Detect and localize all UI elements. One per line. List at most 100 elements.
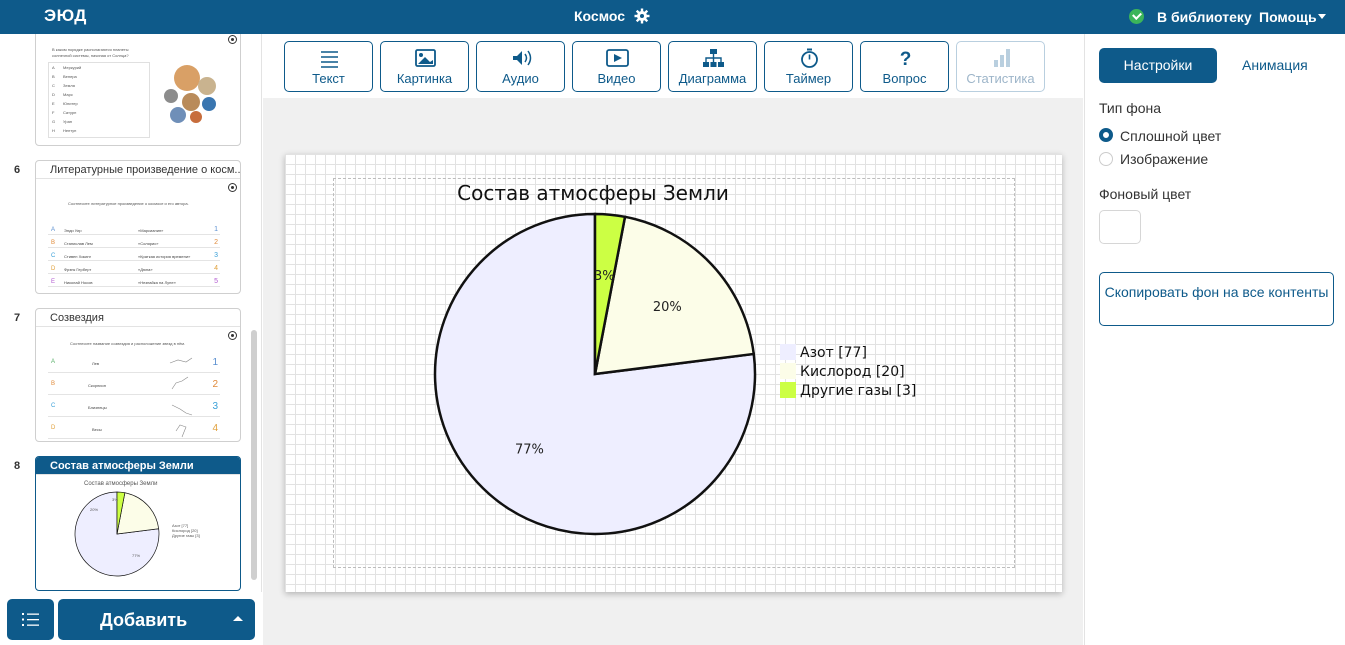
slide-title: Созвездия — [36, 309, 240, 327]
slide-thumbnail-7[interactable]: Созвездия Соотнесите название созвездия … — [35, 308, 241, 442]
add-slide-button[interactable]: Добавить — [58, 599, 255, 640]
radio-image[interactable] — [1099, 152, 1113, 166]
legend-label: Азот [77] — [800, 345, 867, 361]
row-letter: A — [51, 359, 56, 365]
slides-sidebar: В каком порядке располагаются планеты со… — [0, 34, 262, 645]
slide-list-button[interactable] — [7, 599, 54, 640]
row-number: 2 — [212, 379, 218, 390]
option-text: Уран — [63, 119, 73, 124]
timer-icon — [801, 48, 818, 68]
chevron-up-icon[interactable] — [233, 616, 243, 621]
row-letter: E — [51, 279, 56, 285]
planets-image — [158, 63, 218, 125]
library-link[interactable]: В библиотеку — [1157, 9, 1252, 25]
video-play-icon — [606, 49, 629, 67]
diagram-tree-icon — [703, 49, 724, 67]
tab-settings[interactable]: Настройки — [1099, 48, 1217, 83]
row-number: 1 — [212, 357, 218, 368]
option-text: Меркурий — [63, 65, 82, 70]
radio-solid-color[interactable] — [1099, 128, 1113, 142]
thumb-slice-label: 3% — [112, 497, 118, 502]
row-letter: C — [51, 253, 56, 259]
row-right: «Краткая история времени» — [138, 254, 191, 259]
row-letter: C — [51, 403, 56, 409]
tool-label: Аудио — [502, 71, 539, 86]
option-letter: H — [52, 128, 55, 133]
match-row: A Энди Уир «Марсианин» 1 — [48, 224, 220, 235]
row-right: «Дюна» — [138, 267, 153, 272]
tool-label: Статистика — [966, 71, 1035, 86]
copy-background-button[interactable]: Скопировать фон на все контенты — [1099, 272, 1334, 326]
chevron-down-icon[interactable] — [1318, 14, 1326, 19]
tab-animation[interactable]: Анимация — [1242, 57, 1308, 73]
legend-label: Другие газы [3] — [800, 383, 916, 399]
gear-icon[interactable] — [634, 8, 650, 24]
add-question-button[interactable]: ? Вопрос — [860, 41, 949, 92]
add-image-button[interactable]: Картинка — [380, 41, 469, 92]
row-number: 3 — [212, 401, 218, 412]
add-audio-button[interactable]: Аудио — [476, 41, 565, 92]
tool-label: Таймер — [785, 71, 832, 86]
slide-number: 8 — [14, 460, 21, 472]
slide-subtitle: Соотнесите литературное произведение о к… — [68, 201, 189, 206]
row-letter: D — [51, 266, 56, 272]
thumb-slice-label: 77% — [132, 553, 141, 558]
legend-swatch — [780, 382, 796, 398]
row-left: Лев — [92, 361, 99, 366]
slide-question-line: В каком порядке располагаются планеты — [52, 47, 129, 52]
document-title: Космос — [574, 8, 626, 24]
row-number: 2 — [214, 239, 218, 246]
slide-thumbnail-5[interactable]: В каком порядке располагаются планеты со… — [35, 34, 241, 146]
row-letter: A — [51, 227, 56, 233]
legend-label: Кислород [20] — [800, 364, 905, 380]
slide-canvas[interactable]: Состав атмосферы Земли 77% 20% 3% Азот [77… — [285, 154, 1062, 592]
option-letter: B — [52, 74, 55, 79]
statistics-button[interactable]: Статистика — [956, 41, 1045, 92]
row-left: Станислав Лем — [64, 241, 93, 246]
row-number: 5 — [214, 278, 218, 285]
row-number: 4 — [214, 265, 218, 272]
sidebar-scrollbar[interactable] — [251, 330, 257, 580]
bg-color-picker[interactable] — [1099, 210, 1141, 244]
tool-label: Текст — [312, 71, 345, 86]
row-number: 1 — [214, 226, 218, 233]
row-left: Скорпион — [88, 383, 106, 388]
slide-thumbnail-8[interactable]: Состав атмосферы Земли Состав атмосферы … — [35, 456, 241, 591]
row-letter: B — [51, 240, 56, 246]
tool-label: Видео — [597, 71, 636, 86]
add-video-button[interactable]: Видео — [572, 41, 661, 92]
help-menu[interactable]: Помощь — [1259, 9, 1317, 25]
option-letter: F — [52, 110, 55, 115]
option-text: Сатурн — [63, 110, 77, 115]
constellation-drawings — [169, 357, 193, 438]
slide-title: Литературные произведение о косм... — [36, 161, 240, 179]
match-row: B Станислав Лем «Солярис» 2 — [48, 237, 220, 248]
row-left: Весы — [92, 427, 102, 432]
option-text: Нептун — [63, 128, 77, 133]
legend-swatch — [780, 344, 796, 360]
radio-solid-color-label[interactable]: Сплошной цвет — [1120, 128, 1221, 144]
slide-subtitle: Соотнесите название созвездия и располож… — [70, 341, 186, 346]
option-text: Марс — [63, 92, 73, 97]
row-right: «Солярис» — [138, 241, 159, 246]
row-left: Стивен Хокинг — [64, 254, 92, 259]
add-diagram-button[interactable]: Диаграмма — [668, 41, 757, 92]
slide-thumbnail-6[interactable]: Литературные произведение о косм... Соот… — [35, 160, 241, 294]
check-circle-icon — [1129, 9, 1144, 24]
thumb-pie-chart — [74, 491, 160, 577]
pie-slice-label: 77% — [515, 442, 544, 457]
slide-number: 7 — [14, 312, 21, 324]
pie-slice-label: 3% — [594, 269, 615, 284]
logo[interactable]: ЭЮД — [44, 6, 87, 26]
row-left: Энди Уир — [64, 228, 82, 233]
numbered-list-icon — [22, 613, 39, 626]
add-text-button[interactable]: Текст — [284, 41, 373, 92]
match-row: D Фрэнк Герберт «Дюна» 4 — [48, 263, 220, 274]
pie-chart[interactable]: Состав атмосферы Земли 77% 20% 3% Азот [77… — [285, 154, 1062, 592]
tool-label: Диаграмма — [678, 71, 747, 86]
radio-image-label[interactable]: Изображение — [1120, 151, 1208, 167]
slide-answer-icon — [228, 331, 237, 340]
add-timer-button[interactable]: Таймер — [764, 41, 853, 92]
slide-title: Состав атмосферы Земли — [36, 457, 240, 475]
option-text: Юпитер — [63, 101, 78, 106]
